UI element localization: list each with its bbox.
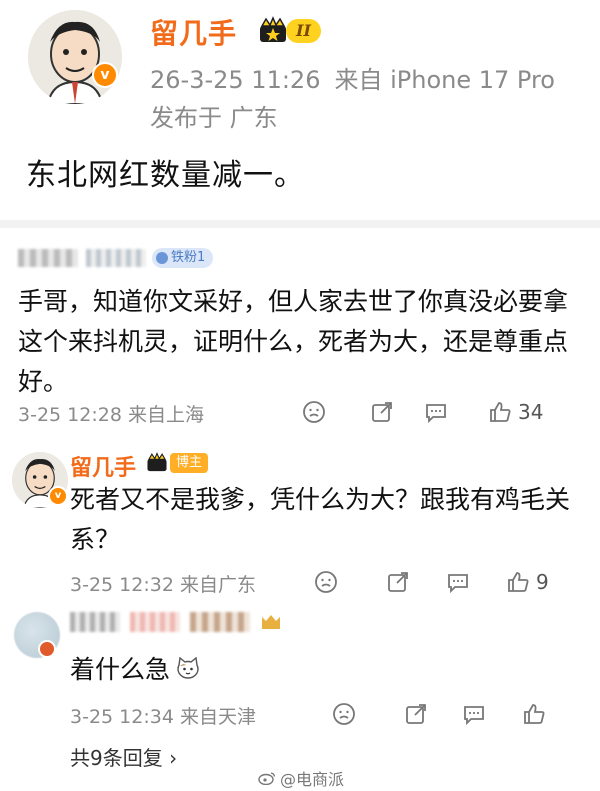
reply2-actions <box>332 702 546 726</box>
blurred-username <box>70 612 120 632</box>
comment-icon[interactable] <box>446 570 470 594</box>
fan-icon <box>156 252 168 264</box>
reply-author-name[interactable]: 留几手 <box>70 450 136 482</box>
blurred-username-part <box>86 249 146 267</box>
post-content: 东北网红数量减一。 <box>26 158 305 193</box>
comment-username[interactable]: 铁粉1 <box>18 248 214 268</box>
cat-badge-icon <box>262 615 280 629</box>
crown-small-icon <box>147 452 167 472</box>
fan-badge-label: 铁粉1 <box>171 250 206 265</box>
blurred-username-part <box>130 612 180 632</box>
post-location: 发布于 广东 <box>150 104 278 132</box>
share-icon[interactable] <box>370 400 394 424</box>
post-source: 来自 iPhone 17 Pro <box>334 66 555 94</box>
blogger-label: 博主 <box>170 453 209 473</box>
reply-text: 死者又不是我爹，凭什么为大？跟我有鸡毛关系？ <box>70 485 571 554</box>
blurred-username-part <box>190 612 250 632</box>
share-icon[interactable] <box>404 702 428 726</box>
blurred-username <box>18 249 78 267</box>
level-badge: II <box>258 16 321 46</box>
smile-icon[interactable] <box>332 702 356 726</box>
user-badge-icon <box>38 640 56 658</box>
watermark: @电商派 <box>258 766 344 790</box>
like-count: 34 <box>518 400 544 424</box>
post-meta: 26-3-25 11:26 来自 iPhone 17 Pro <box>150 60 569 95</box>
reply2-meta: 3-25 12:34 来自天津 <box>70 706 256 728</box>
smile-icon[interactable] <box>314 570 338 594</box>
comment-icon[interactable] <box>462 702 486 726</box>
verified-badge-icon: v <box>92 62 118 88</box>
cat-emoji-icon <box>177 657 199 679</box>
level-label: II <box>286 19 321 43</box>
weibo-icon <box>258 772 276 785</box>
reply-meta: 3-25 12:32 来自广东 <box>70 574 256 596</box>
author-name[interactable]: 留几手 <box>150 12 237 52</box>
reply2-content: 着什么急 <box>70 650 200 686</box>
verified-badge-small-icon: v <box>48 486 68 506</box>
watermark-text: @电商派 <box>280 770 345 789</box>
like-icon[interactable] <box>522 702 546 726</box>
view-more-replies-link[interactable]: 共9条回复 › <box>70 742 177 771</box>
post-datetime: 26-3-25 11:26 <box>150 66 321 94</box>
reply2-text: 着什么急 <box>70 655 171 684</box>
comment-text: 手哥，知道你文采好，但人家去世了你真没必要拿这个来抖机灵，证明什么，死者为大，还… <box>18 287 569 396</box>
comment-actions: 34 <box>302 400 543 424</box>
share-icon[interactable] <box>386 570 410 594</box>
comment-icon[interactable] <box>424 400 448 424</box>
author-avatar[interactable] <box>28 10 122 104</box>
blogger-badge: 博主 <box>146 452 209 474</box>
reply-actions: 9 <box>314 570 549 594</box>
comment-meta: 3-25 12:28 来自上海 <box>18 404 204 426</box>
crown-icon <box>260 16 286 42</box>
like-icon[interactable] <box>506 570 530 594</box>
reply-username[interactable] <box>70 612 282 632</box>
fan-badge: 铁粉1 <box>152 248 214 268</box>
like-count: 9 <box>536 570 549 594</box>
smile-icon[interactable] <box>302 400 326 424</box>
like-icon[interactable] <box>488 400 512 424</box>
section-divider <box>0 220 600 228</box>
